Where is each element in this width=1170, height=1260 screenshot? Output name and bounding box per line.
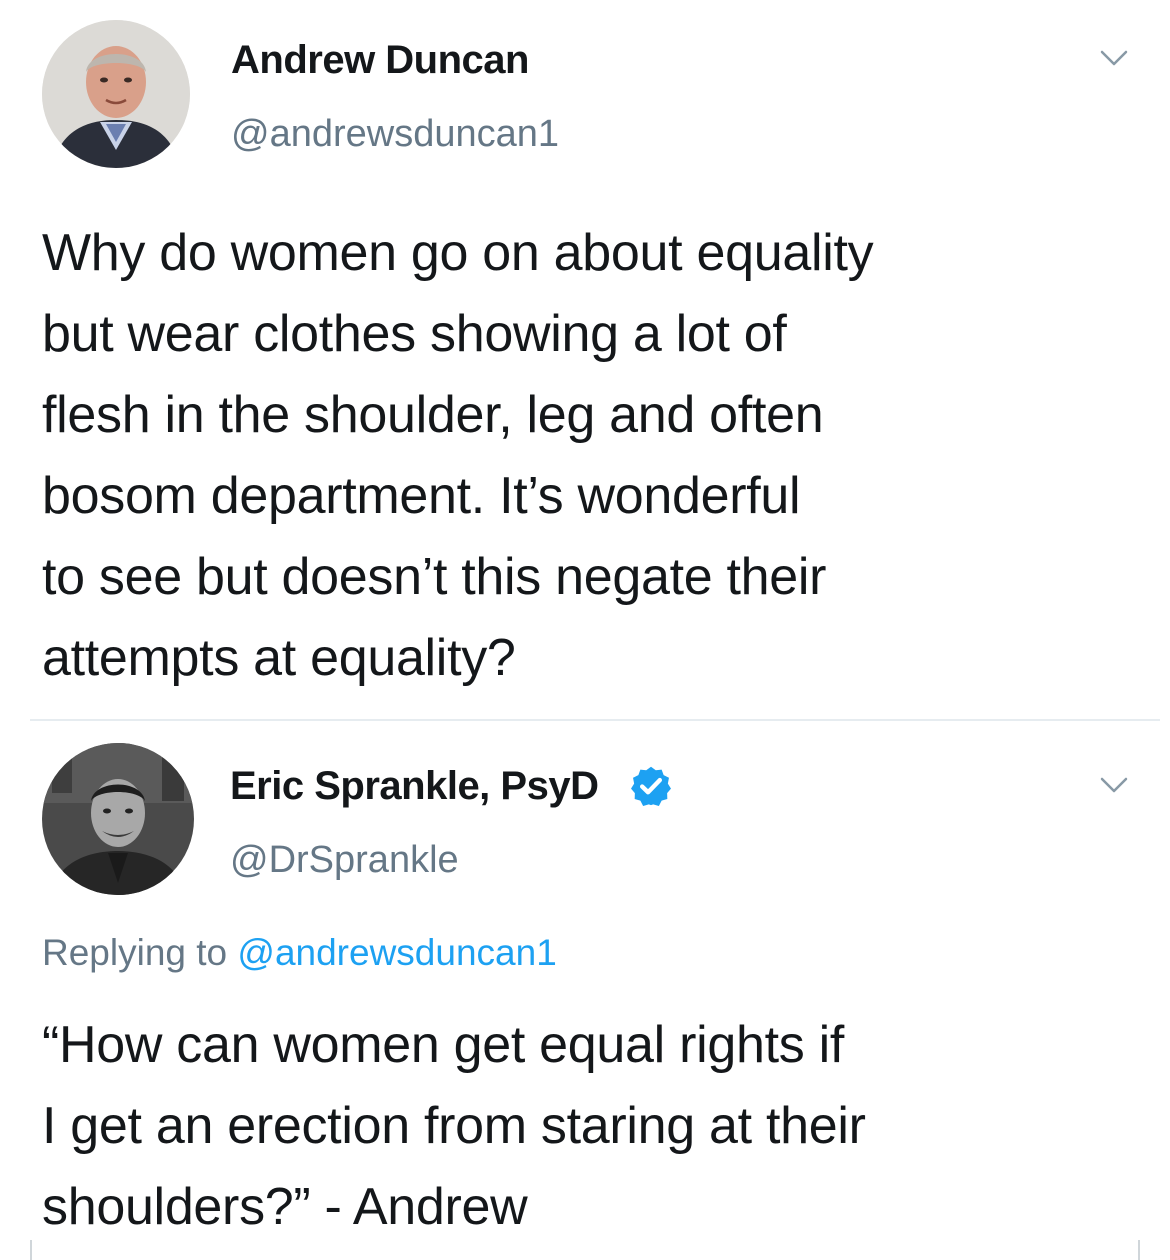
user-handle[interactable]: @andrewsduncan1	[231, 113, 559, 156]
display-name[interactable]: Eric Sprankle, PsyD	[230, 764, 599, 809]
tweet-text: Why do women go on about equality but we…	[42, 213, 1152, 699]
tweet-text-line: Why do women go on about equality	[42, 224, 874, 282]
chevron-down-icon[interactable]	[1099, 775, 1129, 795]
user-handle[interactable]: @DrSprankle	[230, 839, 459, 882]
reply-context: Replying to @andrewsduncan1	[42, 932, 557, 974]
avatar[interactable]	[42, 743, 194, 895]
tweet-text-line: flesh in the shoulder, leg and often	[42, 386, 824, 444]
tweet-thread: Andrew Duncan @andrewsduncan1 Why do wom…	[0, 0, 1170, 1260]
tweet-text-line: shoulders?” - Andrew	[42, 1178, 528, 1236]
profile-photo-icon	[42, 20, 190, 168]
tweet-original[interactable]: Andrew Duncan @andrewsduncan1 Why do wom…	[0, 0, 1170, 720]
chevron-down-icon[interactable]	[1099, 48, 1129, 68]
tweet-text-line: bosom department. It’s wonderful	[42, 467, 801, 525]
tweet-text-line: I get an erection from staring at their	[42, 1097, 866, 1155]
verified-badge-icon	[631, 766, 671, 806]
tweet-text-line: “How can women get equal rights if	[42, 1016, 844, 1074]
tweet-text-line: but wear clothes showing a lot of	[42, 305, 787, 363]
avatar[interactable]	[42, 20, 190, 168]
profile-photo-icon	[42, 743, 194, 895]
next-card-edge	[30, 1240, 1140, 1260]
reply-prefix: Replying to	[42, 932, 228, 973]
tweet-text: “How can women get equal rights if I get…	[42, 1005, 1152, 1248]
display-name[interactable]: Andrew Duncan	[231, 38, 529, 83]
reply-mention-link[interactable]: @andrewsduncan1	[237, 932, 556, 973]
tweet-divider	[30, 719, 1160, 721]
tweet-reply[interactable]: Eric Sprankle, PsyD @DrSprankle Replying…	[0, 722, 1170, 1260]
tweet-text-line: to see but doesn’t this negate their	[42, 548, 827, 606]
tweet-text-line: attempts at equality?	[42, 629, 516, 687]
